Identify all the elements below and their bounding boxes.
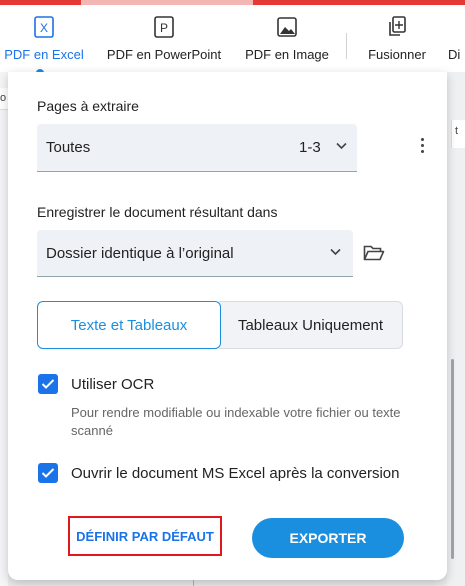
check-icon: [41, 468, 55, 478]
tool-pdf-to-image[interactable]: PDF en Image: [242, 15, 332, 62]
background-divider: [193, 580, 194, 586]
set-default-button[interactable]: DÉFINIR PAR DÉFAUT: [68, 516, 222, 556]
tool-merge[interactable]: Fusionner: [362, 15, 432, 62]
more-options-icon[interactable]: [412, 138, 432, 158]
tool-label-powerpoint: PDF en PowerPoint: [106, 47, 222, 62]
open-excel-option-label[interactable]: Ouvrir le document MS Excel après la con…: [71, 465, 399, 482]
toolbar-divider: [346, 33, 347, 59]
save-location-label: Enregistrer le document résultant dans: [37, 204, 278, 220]
tool-label-merge: Fusionner: [368, 47, 426, 62]
tool-label-image: PDF en Image: [245, 47, 329, 62]
tool-partial[interactable]: Di: [448, 15, 465, 62]
bg-right-char: t: [455, 125, 459, 137]
chevron-down-icon: [336, 139, 347, 153]
panel-scrollbar[interactable]: [451, 359, 454, 559]
excel-x-icon: X: [4, 15, 84, 39]
pages-select[interactable]: Toutes 1-3: [37, 124, 357, 172]
ocr-description: Pour rendre modifiable ou indexable votr…: [71, 405, 401, 438]
merge-icon: [362, 15, 432, 39]
ocr-checkbox[interactable]: [38, 374, 58, 394]
top-toolbar: X PDF en Excel P PDF en PowerPoint PDF e…: [0, 0, 465, 77]
tool-label-partial: Di: [448, 47, 461, 62]
chevron-down-icon: [330, 245, 341, 259]
bg-left-char: o: [0, 92, 7, 104]
powerpoint-glyph: P: [160, 21, 168, 35]
ocr-option-label[interactable]: Utiliser OCR: [71, 376, 154, 393]
excel-glyph: X: [40, 21, 48, 35]
pages-select-value: Toutes: [46, 139, 91, 156]
save-location-value: Dossier identique à l’original: [46, 245, 234, 262]
mode-toggle: Texte et Tableaux Tableaux Uniquement: [37, 301, 403, 349]
tool-pdf-to-excel[interactable]: X PDF en Excel: [4, 15, 84, 62]
image-icon: [242, 15, 332, 39]
tool-label-excel: PDF en Excel: [4, 47, 84, 62]
active-tab-indicator: [81, 0, 253, 5]
open-excel-checkbox[interactable]: [38, 463, 58, 483]
export-settings-panel: Pages à extraire Toutes 1-3 Enregistrer …: [8, 72, 454, 580]
pages-label: Pages à extraire: [37, 98, 139, 114]
mode-text-and-tables[interactable]: Texte et Tableaux: [37, 301, 221, 349]
folder-open-icon[interactable]: [363, 244, 385, 262]
save-location-select[interactable]: Dossier identique à l’original: [37, 230, 353, 277]
background-right: t: [447, 72, 465, 586]
check-icon: [41, 379, 55, 389]
powerpoint-p-icon: P: [104, 15, 224, 39]
export-button[interactable]: EXPORTER: [252, 518, 404, 558]
partial-tool-icon: [448, 15, 465, 39]
mode-tables-only[interactable]: Tableaux Uniquement: [219, 301, 403, 349]
tool-pdf-to-powerpoint[interactable]: P PDF en PowerPoint: [104, 15, 224, 62]
background-left: o: [0, 72, 8, 586]
pages-range: 1-3: [299, 139, 321, 156]
